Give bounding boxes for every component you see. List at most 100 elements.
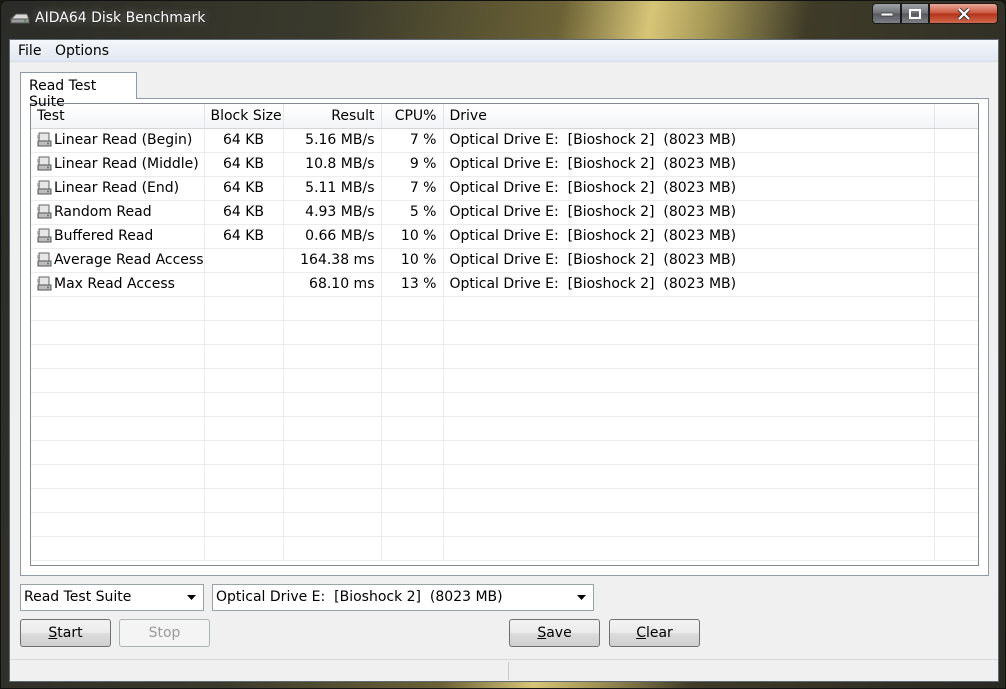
cell-test (31, 488, 205, 513)
cell-drive (443, 296, 935, 321)
cell-filler (934, 296, 978, 321)
cell-filler (934, 416, 978, 441)
stop-button[interactable]: Stop (119, 619, 210, 647)
cell-result (283, 512, 382, 537)
cell-result (283, 440, 382, 465)
column-header-drive[interactable]: Drive (443, 104, 935, 129)
column-header-result[interactable]: Result (283, 104, 382, 129)
drive-icon (37, 228, 52, 243)
cell-cpu (381, 488, 444, 513)
table-row[interactable]: Random Read 64 KB 4.93 MB/s 5 % Optical Driv… (31, 200, 978, 225)
results-table[interactable]: Test Block Size Result CPU% Drive Linear… (30, 103, 979, 566)
drive-select-value: Optical Drive E: [Bioshock 2] (8023 MB) (216, 589, 503, 605)
column-header-cpu[interactable]: CPU% (381, 104, 444, 129)
table-row[interactable]: Max Read Access 68.10 ms 13 % Optical Drive… (31, 272, 978, 297)
cell-filler (934, 248, 978, 273)
cell-test-label: Average Read Access (54, 252, 204, 268)
cell-drive: Optical Drive E: [Bioshock 2] (8023 MB) (443, 176, 935, 201)
table-row[interactable]: Linear Read (End) 64 KB 5.11 MB/s 7 % Optica… (31, 176, 978, 201)
table-row-empty (31, 416, 978, 441)
cell-drive: Optical Drive E: [Bioshock 2] (8023 MB) (443, 224, 935, 249)
cell-result: 5.16 MB/s (283, 128, 382, 153)
table-row[interactable]: Linear Read (Middle) 64 KB 10.8 MB/s 9 % Opt… (31, 152, 978, 177)
cell-result (283, 464, 382, 489)
cell-cpu (381, 344, 444, 369)
cell-test: Average Read Access (31, 248, 205, 273)
tab-read-test-suite[interactable]: Read Test Suite (20, 72, 137, 110)
cell-result: 68.10 ms (283, 272, 382, 297)
table-row-empty (31, 488, 978, 513)
cell-test-label: Linear Read (Begin) (54, 132, 193, 148)
cell-cpu (381, 512, 444, 537)
cell-result: 5.11 MB/s (283, 176, 382, 201)
cell-block-size: 64 KB (204, 152, 284, 177)
cell-result (283, 488, 382, 513)
cell-filler (934, 128, 978, 153)
table-row-empty (31, 440, 978, 465)
table-row[interactable]: Buffered Read 64 KB 0.66 MB/s 10 % Optical D… (31, 224, 978, 249)
table-row[interactable]: Average Read Access 164.38 ms 10 % Optical … (31, 248, 978, 273)
cell-cpu (381, 368, 444, 393)
table-row-empty (31, 368, 978, 393)
cell-block-size: 64 KB (204, 224, 284, 249)
column-header-filler (934, 104, 978, 129)
drive-icon (37, 252, 52, 267)
tab-panel: Test Block Size Result CPU% Drive Linear… (20, 98, 989, 576)
cell-result (283, 392, 382, 417)
maximize-button[interactable] (901, 3, 929, 24)
cell-result (283, 416, 382, 441)
cell-cpu: 10 % (381, 248, 444, 273)
cell-test: Buffered Read (31, 224, 205, 249)
cell-test (31, 296, 205, 321)
cell-filler (934, 368, 978, 393)
cell-result (283, 536, 382, 561)
cell-cpu: 7 % (381, 176, 444, 201)
cell-test-label: Random Read (54, 204, 152, 220)
disk-benchmark-icon (10, 13, 30, 24)
table-row-empty (31, 296, 978, 321)
cell-block-size (204, 464, 284, 489)
close-button[interactable] (929, 3, 998, 24)
cell-test: Linear Read (End) (31, 176, 205, 201)
close-icon (957, 7, 970, 20)
save-button[interactable]: Save (509, 619, 600, 647)
menu-file[interactable]: File (15, 42, 44, 60)
table-row-empty (31, 344, 978, 369)
clear-button[interactable]: Clear (609, 619, 700, 647)
cell-drive: Optical Drive E: [Bioshock 2] (8023 MB) (443, 200, 935, 225)
cell-block-size (204, 536, 284, 561)
cell-test: Linear Read (Begin) (31, 128, 205, 153)
cell-filler (934, 176, 978, 201)
cell-filler (934, 440, 978, 465)
cell-drive (443, 344, 935, 369)
test-suite-select-value: Read Test Suite (24, 589, 132, 605)
cell-filler (934, 488, 978, 513)
cell-block-size (204, 416, 284, 441)
table-row-empty (31, 536, 978, 561)
cell-drive: Optical Drive E: [Bioshock 2] (8023 MB) (443, 152, 935, 177)
cell-cpu: 5 % (381, 200, 444, 225)
cell-result (283, 320, 382, 345)
cell-filler (934, 344, 978, 369)
menu-options[interactable]: Options (52, 42, 112, 60)
column-header-block-size[interactable]: Block Size (204, 104, 284, 129)
cell-test (31, 512, 205, 537)
minimize-button[interactable] (872, 3, 901, 24)
cell-drive (443, 320, 935, 345)
title-bar[interactable]: AIDA64 Disk Benchmark (1, 1, 1006, 37)
cell-filler (934, 272, 978, 297)
cell-block-size (204, 320, 284, 345)
cell-test (31, 536, 205, 561)
cell-test (31, 464, 205, 489)
window-title: AIDA64 Disk Benchmark (35, 10, 206, 26)
start-button[interactable]: Start (20, 619, 111, 647)
drive-select[interactable]: Optical Drive E: [Bioshock 2] (8023 MB) (212, 584, 594, 611)
cell-block-size: 64 KB (204, 128, 284, 153)
cell-cpu (381, 296, 444, 321)
cell-result: 4.93 MB/s (283, 200, 382, 225)
cell-cpu (381, 320, 444, 345)
table-row[interactable]: Linear Read (Begin) 64 KB 5.16 MB/s 7 % Opti… (31, 128, 978, 153)
cell-test (31, 416, 205, 441)
cell-drive (443, 368, 935, 393)
test-suite-select[interactable]: Read Test Suite (20, 584, 204, 611)
